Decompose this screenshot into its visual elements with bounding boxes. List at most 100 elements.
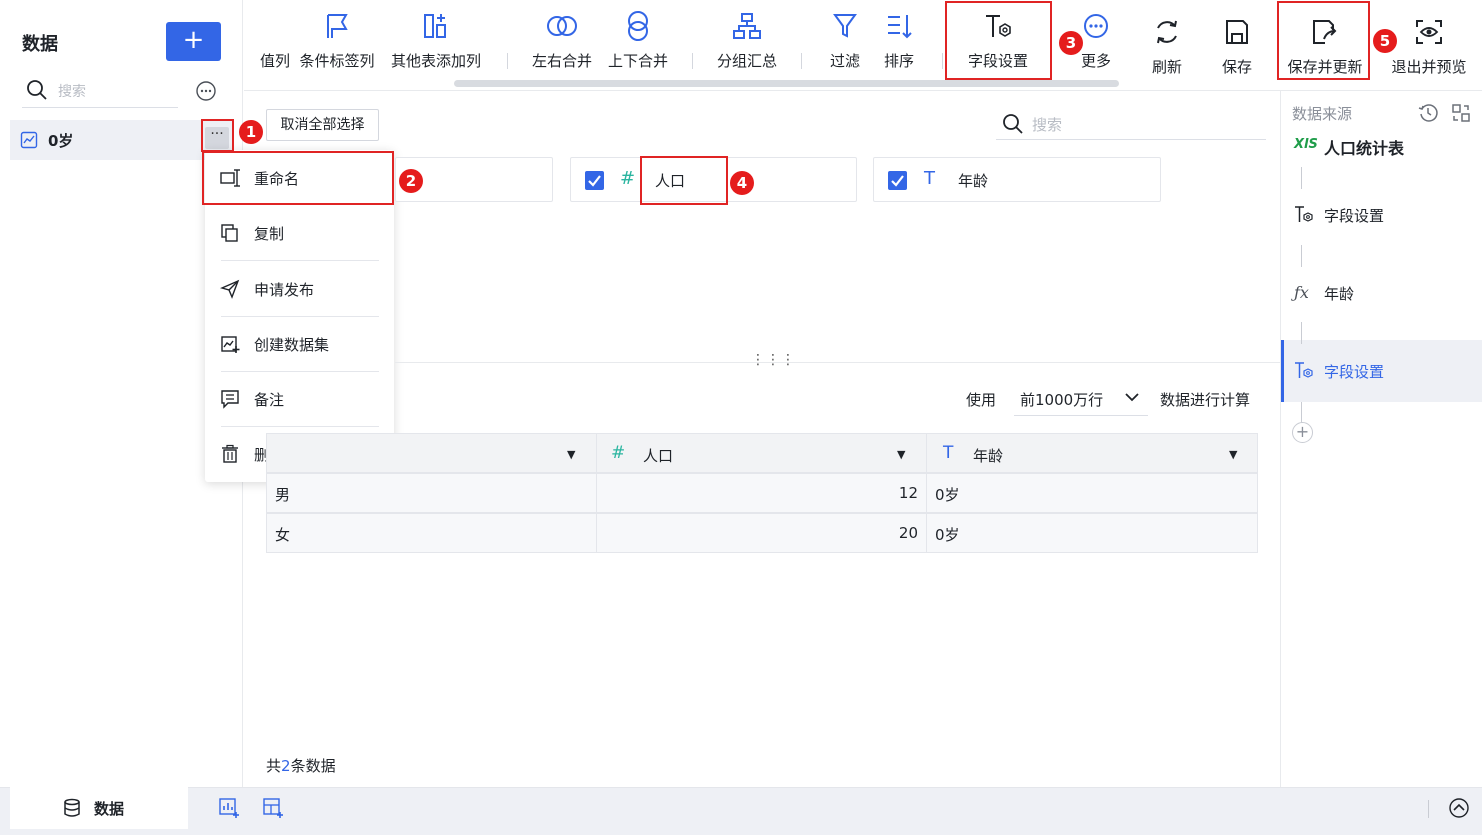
menu-label-note: 备注 <box>254 391 285 409</box>
send-icon <box>220 279 240 299</box>
toolbar-label: 其他表添加列 <box>390 52 481 70</box>
dataset-chart-icon <box>20 131 38 149</box>
history-icon[interactable] <box>1418 103 1438 123</box>
step-badge: 3 <box>1059 31 1083 55</box>
toolbar-value-column[interactable]: 值列 <box>254 10 290 71</box>
add-step-button[interactable]: + <box>1292 422 1313 443</box>
step-badge: 5 <box>1373 29 1397 53</box>
toolbar-divider <box>507 53 508 69</box>
column-header-population[interactable]: # 人口 ▼ <box>596 433 927 473</box>
column-dropdown-icon[interactable]: ▼ <box>567 448 575 461</box>
toolbar-add-column-other[interactable]: 其他表添加列 <box>386 10 486 71</box>
menu-divider <box>221 260 379 261</box>
add-button[interactable]: + <box>166 22 221 61</box>
text-type-icon: T <box>924 168 935 189</box>
menu-item-publish[interactable]: 申请发布 <box>205 267 394 311</box>
menu-item-create-dataset[interactable]: 创建数据集 <box>205 322 394 366</box>
toolbar-merge-horizontal[interactable]: 左右合并 <box>527 10 597 71</box>
note-icon <box>220 389 240 409</box>
checkbox-checked[interactable] <box>585 171 604 190</box>
table-cell: 男 <box>266 473 597 513</box>
chevron-down-icon <box>1124 390 1140 404</box>
toolbar-merge-vertical[interactable]: 上下合并 <box>603 10 673 71</box>
menu-item-note[interactable]: 备注 <box>205 377 394 421</box>
field-search-input[interactable]: 搜索 <box>996 108 1266 140</box>
refresh-icon <box>1145 16 1189 48</box>
toolbar-label: 上下合并 <box>607 52 668 70</box>
toolbar-sort[interactable]: 排序 <box>877 10 921 71</box>
add-column-icon <box>386 10 486 42</box>
toolbar-group-summary[interactable]: 分组汇总 <box>712 10 782 71</box>
field-settings-icon <box>1294 361 1314 381</box>
menu-label-create-dataset: 创建数据集 <box>254 336 330 354</box>
toolbar-refresh[interactable]: 刷新 <box>1145 16 1189 77</box>
step-badge: 2 <box>399 169 423 193</box>
deselect-all-button[interactable]: 取消全部选择 <box>266 109 379 141</box>
highlight-box <box>201 119 234 152</box>
flag-icon <box>296 10 378 42</box>
row-count: 共2条数据 <box>266 755 336 776</box>
step-badge: 4 <box>730 171 754 195</box>
more-circle-icon[interactable] <box>195 80 217 102</box>
toolbar-filter[interactable]: 过滤 <box>823 10 867 71</box>
switch-view-icon[interactable] <box>1451 103 1471 123</box>
copy-icon <box>220 223 240 243</box>
table-cell: 0岁 <box>926 473 1258 513</box>
field-card-age[interactable]: T 年龄 <box>873 157 1161 202</box>
panel-splitter[interactable] <box>395 362 1280 363</box>
step-connector <box>1301 402 1302 424</box>
toolbar-label: 排序 <box>883 52 914 70</box>
checkbox-checked[interactable] <box>888 171 907 190</box>
sidebar-title: 数据 <box>22 34 58 55</box>
field-settings-icon <box>1294 205 1314 225</box>
toolbar-condition-tag-column[interactable]: 条件标签列 <box>296 10 378 71</box>
toolbar-label: 左右合并 <box>531 52 592 70</box>
drag-handle-icon[interactable]: ⋮⋮⋮ <box>751 352 796 368</box>
step-label: 年龄 <box>1324 285 1355 303</box>
step-connector <box>1301 322 1302 344</box>
toolbar-label: 退出并预览 <box>1391 58 1467 76</box>
text-type-icon: T <box>943 443 954 463</box>
menu-divider <box>221 316 379 317</box>
step-label: 字段设置 <box>1324 363 1385 381</box>
rows-limit-select[interactable]: 前1000万行 <box>1014 380 1148 416</box>
toolbar-save[interactable]: 保存 <box>1215 16 1259 77</box>
toolbar-scrollbar[interactable] <box>454 80 1119 87</box>
toolbar-label: 条件标签列 <box>299 52 375 70</box>
toolbar-divider <box>692 53 693 69</box>
column-name: 年龄 <box>973 447 1004 465</box>
table-cell: 女 <box>266 513 597 553</box>
create-dataset-icon <box>220 334 240 354</box>
sidebar-search-input[interactable]: 搜索 <box>22 74 178 108</box>
column-name: 人口 <box>643 447 674 465</box>
add-dashboard-icon[interactable] <box>262 797 284 819</box>
bottom-divider <box>1428 800 1429 818</box>
fx-icon: ƒx <box>1294 283 1309 302</box>
highlight-box <box>945 1 1052 80</box>
table-cell: 20 <box>596 513 927 553</box>
toolbar-label: 更多 <box>1080 52 1111 70</box>
toolbar-divider <box>942 53 943 69</box>
steps-panel-title: 数据来源 <box>1292 105 1353 123</box>
search-icon <box>1002 113 1024 135</box>
filter-icon <box>823 10 867 42</box>
toolbar-exit-preview[interactable]: 退出并预览 <box>1386 16 1472 77</box>
column-dropdown-icon[interactable]: ▼ <box>897 448 905 461</box>
use-label: 使用 <box>966 391 997 409</box>
add-chart-icon[interactable] <box>218 797 240 819</box>
step-badge: 1 <box>239 120 263 144</box>
source-name[interactable]: 人口统计表 <box>1324 135 1404 159</box>
merge-horizontal-icon <box>527 10 597 42</box>
column-dropdown-icon[interactable]: ▼ <box>1229 448 1237 461</box>
column-header-age[interactable]: T 年龄 ▼ <box>926 433 1258 473</box>
menu-item-copy[interactable]: 复制 <box>205 211 394 255</box>
data-table: ▼ # 人口 ▼ T 年龄 ▼ 男 12 0岁 女 20 0岁 <box>266 433 1258 555</box>
highlight-box <box>640 156 728 205</box>
row-count-suffix: 条数据 <box>290 757 336 775</box>
column-header[interactable]: ▼ <box>266 433 597 473</box>
collapse-up-icon[interactable] <box>1448 797 1470 819</box>
menu-label-publish: 申请发布 <box>254 281 315 299</box>
toolbar-label: 值列 <box>259 52 290 70</box>
field-name: 年龄 <box>958 172 989 190</box>
toolbar-label: 过滤 <box>829 52 860 70</box>
